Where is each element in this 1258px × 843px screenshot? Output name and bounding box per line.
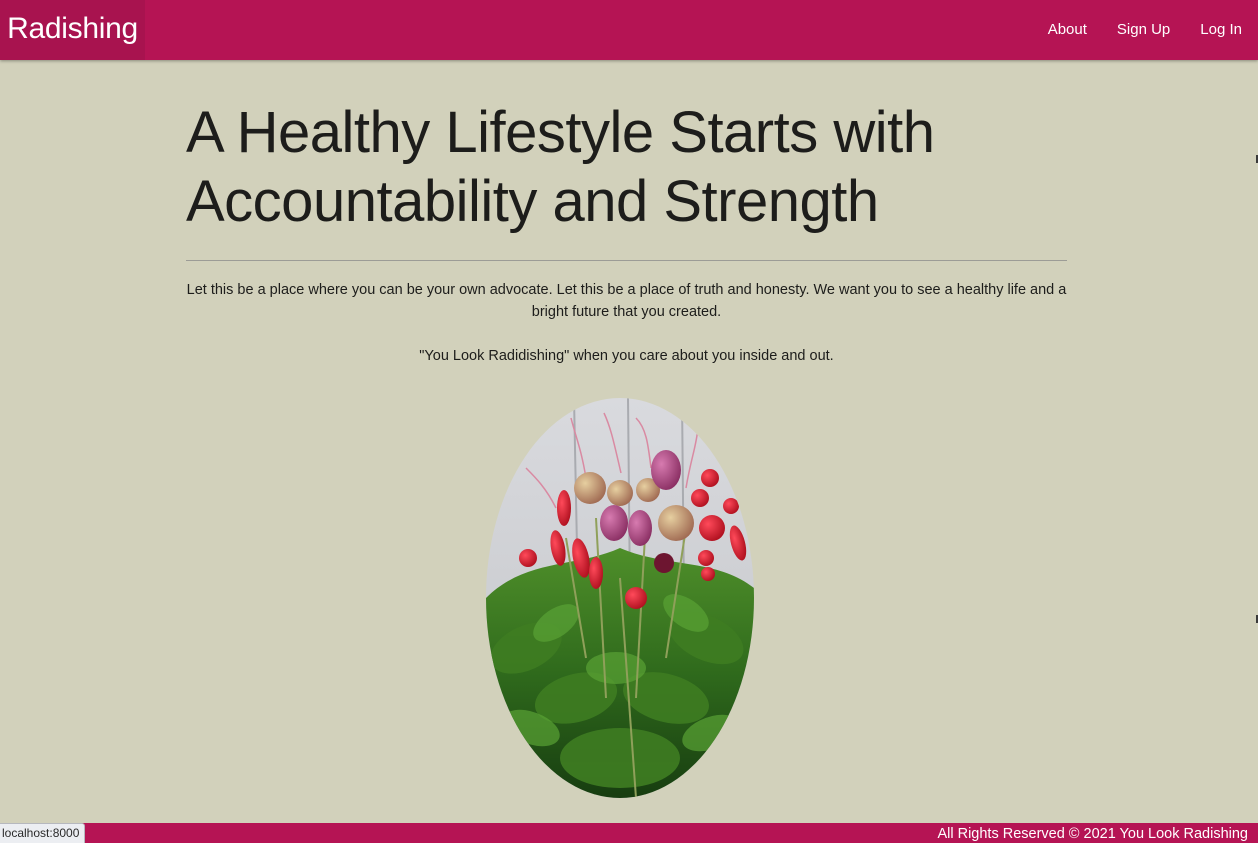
main-content: A Healthy Lifestyle Starts with Accounta… <box>186 60 1067 367</box>
brand-logo-link[interactable]: Radishing <box>0 0 145 60</box>
nav-links: About Sign Up Log In <box>1018 0 1242 58</box>
top-navbar: Radishing About Sign Up Log In <box>0 0 1258 60</box>
page-headline: A Healthy Lifestyle Starts with Accounta… <box>186 100 935 234</box>
page-footer: All Rights Reserved © 2021 You Look Radi… <box>0 823 1258 843</box>
tagline-quote: "You Look Radidishing" when you care abo… <box>419 348 834 364</box>
footer-copyright: All Rights Reserved © 2021 You Look Radi… <box>937 826 1248 842</box>
intro-paragraph: Let this be a place where you can be you… <box>186 282 1067 320</box>
nav-link-about[interactable]: About <box>1048 21 1087 38</box>
nav-link-sign-up[interactable]: Sign Up <box>1117 21 1170 38</box>
section-divider <box>186 260 1067 261</box>
radishes-oval-image <box>486 398 754 798</box>
nav-link-log-in[interactable]: Log In <box>1200 21 1242 38</box>
browser-status-url: localhost:8000 <box>0 823 86 843</box>
